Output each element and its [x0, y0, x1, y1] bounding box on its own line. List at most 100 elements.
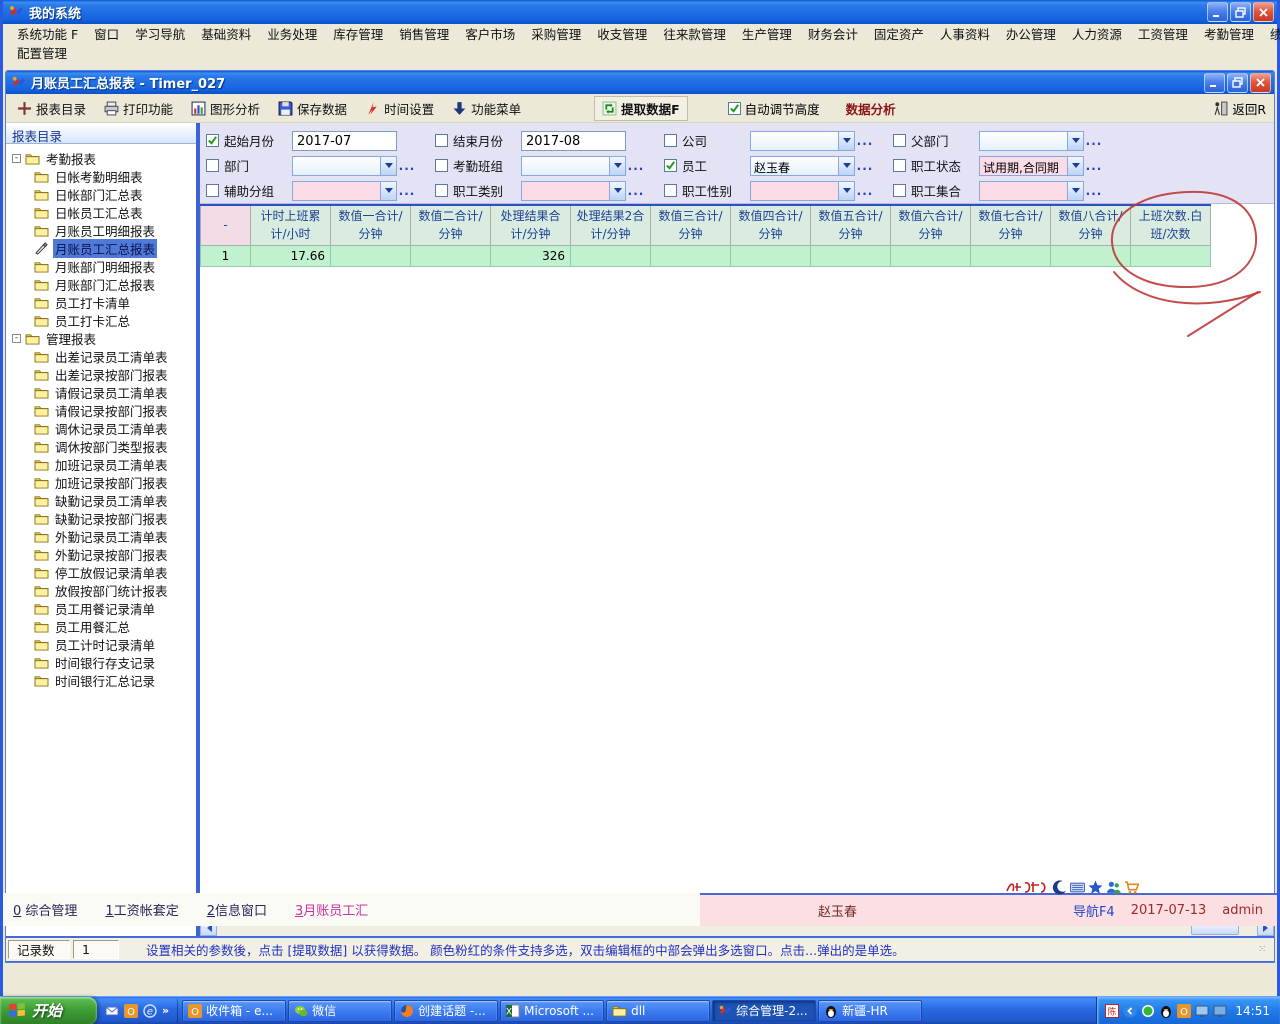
network-icon[interactable]: [1195, 1004, 1209, 1018]
quick-launch-expand-icon[interactable]: »: [162, 1004, 169, 1017]
menu-item[interactable]: 固定资产: [866, 23, 932, 44]
filter-select[interactable]: [521, 156, 626, 176]
tree-item[interactable]: 请假记录按部门报表: [12, 401, 196, 419]
filter-input[interactable]: 2017-07: [292, 131, 397, 151]
collapse-icon[interactable]: -: [12, 334, 21, 343]
outlook-tray-icon[interactable]: O: [1177, 1004, 1191, 1018]
mdi-tab[interactable]: 1工资帐套定: [105, 900, 178, 919]
report-catalog-button[interactable]: 报表目录: [14, 97, 89, 120]
tray-collapse-icon[interactable]: [1123, 1004, 1137, 1018]
tree-item[interactable]: 外勤记录员工清单表: [12, 527, 196, 545]
tree-item[interactable]: 月账部门明细报表: [12, 257, 196, 275]
ie-icon[interactable]: e: [143, 1004, 157, 1018]
tree-item[interactable]: 缺勤记录员工清单表: [12, 491, 196, 509]
start-button[interactable]: 开始: [0, 997, 97, 1024]
mail-icon[interactable]: [105, 1004, 119, 1018]
dropdown-arrow-icon[interactable]: [838, 182, 854, 200]
menu-item[interactable]: 采购管理: [523, 23, 589, 44]
more-button[interactable]: ...: [855, 134, 875, 148]
more-button[interactable]: ...: [1084, 184, 1104, 198]
tree-item[interactable]: 日帐考勤明细表: [12, 167, 196, 185]
filter-checkbox[interactable]: [893, 134, 906, 147]
tree-item[interactable]: 员工打卡清单: [12, 293, 196, 311]
restore-button[interactable]: [1230, 2, 1251, 22]
report-close-button[interactable]: [1250, 73, 1271, 93]
filter-checkbox[interactable]: [664, 134, 677, 147]
more-button[interactable]: ...: [626, 184, 646, 198]
filter-select[interactable]: 试用期,合同期: [979, 156, 1084, 176]
stamp-icon[interactable]: 陈: [1105, 1004, 1119, 1018]
menu-item[interactable]: 人力资源: [1064, 23, 1130, 44]
menu-item[interactable]: 学习导航: [127, 23, 193, 44]
filter-select[interactable]: [979, 131, 1084, 151]
function-menu-button[interactable]: 功能菜单: [449, 97, 524, 120]
tree-item[interactable]: 员工计时记录清单: [12, 635, 196, 653]
tree-item[interactable]: 日帐部门汇总表: [12, 185, 196, 203]
filter-select[interactable]: [750, 181, 855, 201]
filter-checkbox[interactable]: [435, 159, 448, 172]
filter-checkbox[interactable]: [664, 159, 677, 172]
tree-item[interactable]: 加班记录按部门报表: [12, 473, 196, 491]
extract-data-button[interactable]: 提取数据F: [594, 96, 688, 121]
chart-analysis-button[interactable]: 图形分析: [188, 97, 263, 120]
mdi-tab[interactable]: 2信息窗口: [207, 900, 267, 919]
tree-item[interactable]: 员工用餐汇总: [12, 617, 196, 635]
report-minimize-button[interactable]: [1204, 73, 1225, 93]
tree-item[interactable]: 缺勤记录按部门报表: [12, 509, 196, 527]
task-button[interactable]: 创建话题 -...: [394, 1000, 498, 1022]
task-button[interactable]: 综合管理-2...: [712, 1000, 816, 1022]
dropdown-arrow-icon[interactable]: [838, 132, 854, 150]
menu-item[interactable]: 生产管理: [734, 23, 800, 44]
more-button[interactable]: ...: [626, 159, 646, 173]
filter-checkbox[interactable]: [435, 184, 448, 197]
time-setting-button[interactable]: 时间设置: [362, 97, 437, 120]
tree-item[interactable]: 员工用餐记录清单: [12, 599, 196, 617]
more-button[interactable]: ...: [1084, 159, 1104, 173]
dropdown-arrow-icon[interactable]: [609, 157, 625, 175]
more-button[interactable]: ...: [855, 159, 875, 173]
menu-item[interactable]: 人事资料: [932, 23, 998, 44]
dropdown-arrow-icon[interactable]: [609, 182, 625, 200]
more-button[interactable]: ...: [397, 184, 417, 198]
tree-item[interactable]: 月账员工明细报表: [12, 221, 196, 239]
menu-item[interactable]: 财务会计: [800, 23, 866, 44]
dropdown-arrow-icon[interactable]: [380, 182, 396, 200]
minimize-button[interactable]: [1207, 2, 1228, 22]
dropdown-arrow-icon[interactable]: [1067, 132, 1083, 150]
filter-checkbox[interactable]: [893, 184, 906, 197]
dropdown-arrow-icon[interactable]: [1067, 157, 1083, 175]
dropdown-arrow-icon[interactable]: [380, 157, 396, 175]
mdi-tab[interactable]: 0 综合管理: [13, 900, 77, 919]
menu-item[interactable]: 客户市场: [457, 23, 523, 44]
tree-item[interactable]: 出差记录按部门报表: [12, 365, 196, 383]
menu-item[interactable]: 往来款管理: [655, 23, 734, 44]
more-button[interactable]: ...: [855, 184, 875, 198]
tree-group[interactable]: -考勤报表: [12, 149, 196, 167]
task-button[interactable]: dll: [606, 1000, 710, 1022]
tree-item[interactable]: 放假按部门统计报表: [12, 581, 196, 599]
dropdown-arrow-icon[interactable]: [1067, 182, 1083, 200]
tree-item[interactable]: 时间银行存支记录: [12, 653, 196, 671]
filter-select[interactable]: [292, 181, 397, 201]
filter-checkbox[interactable]: [435, 134, 448, 147]
filter-checkbox[interactable]: [893, 159, 906, 172]
tree-item[interactable]: 调休按部门类型报表: [12, 437, 196, 455]
menu-item[interactable]: 基础资料: [193, 23, 259, 44]
tree-item[interactable]: 出差记录员工清单表: [12, 347, 196, 365]
tree-item[interactable]: 月账员工汇总报表: [12, 239, 196, 257]
more-button[interactable]: ...: [397, 159, 417, 173]
mdi-tab[interactable]: 3月账员工汇: [295, 900, 368, 919]
menu-item[interactable]: 考勤管理: [1196, 23, 1262, 44]
tree-item[interactable]: 加班记录员工清单表: [12, 455, 196, 473]
menu-item[interactable]: 办公管理: [998, 23, 1064, 44]
tree-item[interactable]: 外勤记录按部门报表: [12, 545, 196, 563]
data-analysis-button[interactable]: 数据分析: [846, 99, 896, 118]
return-button[interactable]: 返回R: [1213, 99, 1266, 118]
filter-select[interactable]: [521, 181, 626, 201]
tree-item[interactable]: 调休记录员工清单表: [12, 419, 196, 437]
filter-checkbox[interactable]: [206, 159, 219, 172]
auto-height-checkbox[interactable]: 自动调节高度: [728, 99, 820, 118]
tree-item[interactable]: 停工放假记录清单表: [12, 563, 196, 581]
tree-item[interactable]: 时间银行汇总记录: [12, 671, 196, 689]
save-data-button[interactable]: 保存数据: [275, 97, 350, 120]
